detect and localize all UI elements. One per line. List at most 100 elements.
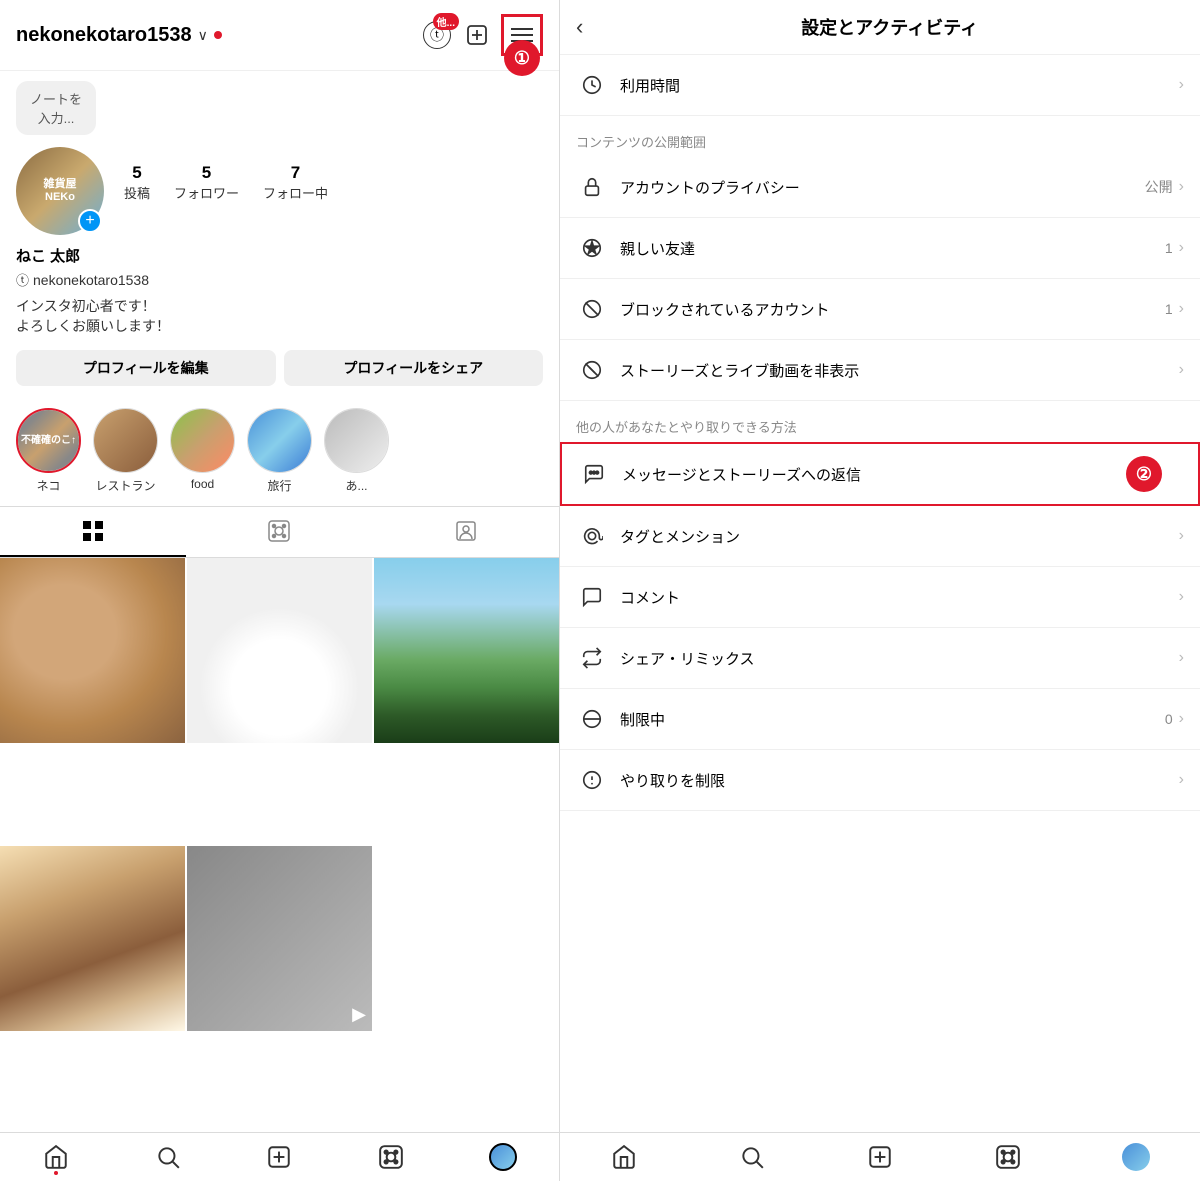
edit-profile-button[interactable]: プロフィールを編集 [16, 350, 276, 386]
chevron-icon-3: › [1179, 239, 1184, 257]
followers-stat[interactable]: 5 フォロワー [174, 163, 239, 202]
back-button[interactable]: ‹ [576, 14, 583, 40]
usage-time-label: 利用時間 [620, 75, 1179, 96]
photo-grid: ▶ [0, 558, 559, 1132]
reels-nav-icon [378, 1144, 404, 1170]
left-nav-reels[interactable] [335, 1143, 447, 1171]
header-icons: ⓣ 他... ① [421, 14, 543, 56]
posts-count: 5 [132, 163, 141, 183]
settings-blocked-accounts[interactable]: ブロックされているアカウント 1 › [560, 279, 1200, 340]
chevron-icon-11: › [1179, 771, 1184, 789]
highlight-circle-neko: 不確確のこ↑ [16, 408, 81, 473]
highlight-label-food: food [191, 477, 214, 491]
add-story-button[interactable]: + [78, 209, 102, 233]
right-nav-search[interactable] [688, 1143, 816, 1171]
share-remix-label: シェア・リミックス [620, 648, 1179, 669]
settings-share-remix[interactable]: シェア・リミックス › [560, 628, 1200, 689]
tab-grid[interactable] [0, 507, 186, 557]
plus-square-icon [465, 23, 489, 47]
avatar-text: 雑貨屋NEKo [44, 178, 77, 204]
bio: インスタ初心者です！ よろしくお願いします！ [0, 297, 559, 346]
note-bubble[interactable]: ノートを入力... [16, 81, 96, 135]
posts-label: 投稿 [124, 183, 150, 202]
photo-cat [0, 558, 185, 743]
bio-line1: インスタ初心者です！ [16, 298, 156, 314]
highlight-neko[interactable]: 不確確のこ↑ ネコ [16, 408, 81, 494]
reels-icon [267, 519, 291, 543]
highlight-img-restaurant [94, 409, 157, 472]
settings-tags-mentions[interactable]: タグとメンション › [560, 506, 1200, 567]
chevron-icon-4: › [1179, 300, 1184, 318]
profile-buttons: プロフィールを編集 プロフィールをシェア [0, 346, 559, 400]
highlight-img-travel [248, 409, 311, 472]
photo-cell-3[interactable] [374, 558, 559, 743]
highlight-food[interactable]: food [170, 408, 235, 494]
photo-video [187, 846, 372, 1031]
lock-icon [576, 171, 608, 203]
new-post-button[interactable] [461, 19, 493, 51]
mute-icon [576, 354, 608, 386]
settings-hide-stories[interactable]: ストーリーズとライブ動画を非表示 › [560, 340, 1200, 401]
highlight-circle-food [170, 408, 235, 473]
share-profile-button[interactable]: プロフィールをシェア [284, 350, 544, 386]
display-name: ねこ 太郎 [16, 245, 543, 266]
account-privacy-label: アカウントのプライバシー [620, 177, 1145, 198]
restrict-label: 制限中 [620, 709, 1165, 730]
highlight-circle-more [324, 408, 389, 473]
photo-cell-4[interactable] [0, 846, 185, 1031]
profile-section: 雑貨屋NEKo + 5 投稿 5 フォロワー 7 フォロー中 [0, 141, 559, 245]
right-nav-new[interactable] [816, 1143, 944, 1171]
following-label: フォロー中 [263, 183, 328, 202]
settings-usage-time[interactable]: 利用時間 › [560, 55, 1200, 116]
chevron-icon-2: › [1179, 178, 1184, 196]
blocked-accounts-value: 1 [1165, 301, 1173, 317]
highlight-restaurant[interactable]: レストラン [93, 408, 158, 494]
settings-account-privacy[interactable]: アカウントのプライバシー 公開 › [560, 157, 1200, 218]
tab-tagged[interactable] [373, 507, 559, 557]
threads-badge: 他... [433, 13, 459, 30]
chevron-icon-8: › [1179, 588, 1184, 606]
highlight-circle-travel [247, 408, 312, 473]
settings-comments[interactable]: コメント › [560, 567, 1200, 628]
profile-avatar-nav-right [1122, 1143, 1150, 1171]
settings-restrict[interactable]: 制限中 0 › [560, 689, 1200, 750]
photo-cell-1[interactable] [0, 558, 185, 743]
tab-reels[interactable] [186, 507, 372, 557]
left-nav-home[interactable] [0, 1143, 112, 1171]
share-icon [576, 642, 608, 674]
bio-line2: よろしくお願いします！ [16, 318, 170, 334]
following-stat[interactable]: 7 フォロー中 [263, 163, 328, 202]
right-nav-profile[interactable] [1072, 1143, 1200, 1171]
left-nav-search[interactable] [112, 1143, 224, 1171]
online-dot [214, 31, 222, 39]
highlight-label-restaurant: レストラン [95, 477, 155, 494]
highlight-img-neko: 不確確のこ↑ [18, 410, 79, 471]
photo-cell-2[interactable] [187, 558, 372, 743]
messages-stories-label: メッセージとストーリーズへの返信 [622, 464, 1133, 485]
highlight-circle-restaurant [93, 408, 158, 473]
video-overlay-icon: ▶ [352, 1004, 366, 1025]
photo-cell-5[interactable]: ▶ [187, 846, 372, 1031]
tags-mentions-label: タグとメンション [620, 526, 1179, 547]
highlight-travel[interactable]: 旅行 [247, 408, 312, 494]
search-icon-right [739, 1144, 765, 1170]
threads-handle-text: nekonekotaro1538 [33, 272, 149, 288]
left-nav-profile[interactable] [447, 1143, 559, 1171]
chevron-icon-5: › [1179, 361, 1184, 379]
comments-label: コメント [620, 587, 1179, 608]
settings-close-friends[interactable]: 親しい友達 1 › [560, 218, 1200, 279]
profile-avatar-nav [489, 1143, 517, 1171]
right-nav-home[interactable] [560, 1143, 688, 1171]
left-nav-new[interactable] [224, 1143, 336, 1171]
settings-messages-stories[interactable]: メッセージとストーリーズへの返信 › ② [560, 442, 1200, 506]
followers-label: フォロワー [174, 183, 239, 202]
add-icon [266, 1144, 292, 1170]
grid-icon [81, 519, 105, 543]
settings-limit-interactions[interactable]: やり取りを制限 › [560, 750, 1200, 811]
highlight-more[interactable]: あ... [324, 408, 389, 494]
annotation-circle-2: ② [1126, 456, 1162, 492]
right-nav-reels[interactable] [944, 1143, 1072, 1171]
threads-icon-wrap: ⓣ 他... [421, 19, 453, 51]
following-count: 7 [291, 163, 300, 183]
posts-stat: 5 投稿 [124, 163, 150, 202]
